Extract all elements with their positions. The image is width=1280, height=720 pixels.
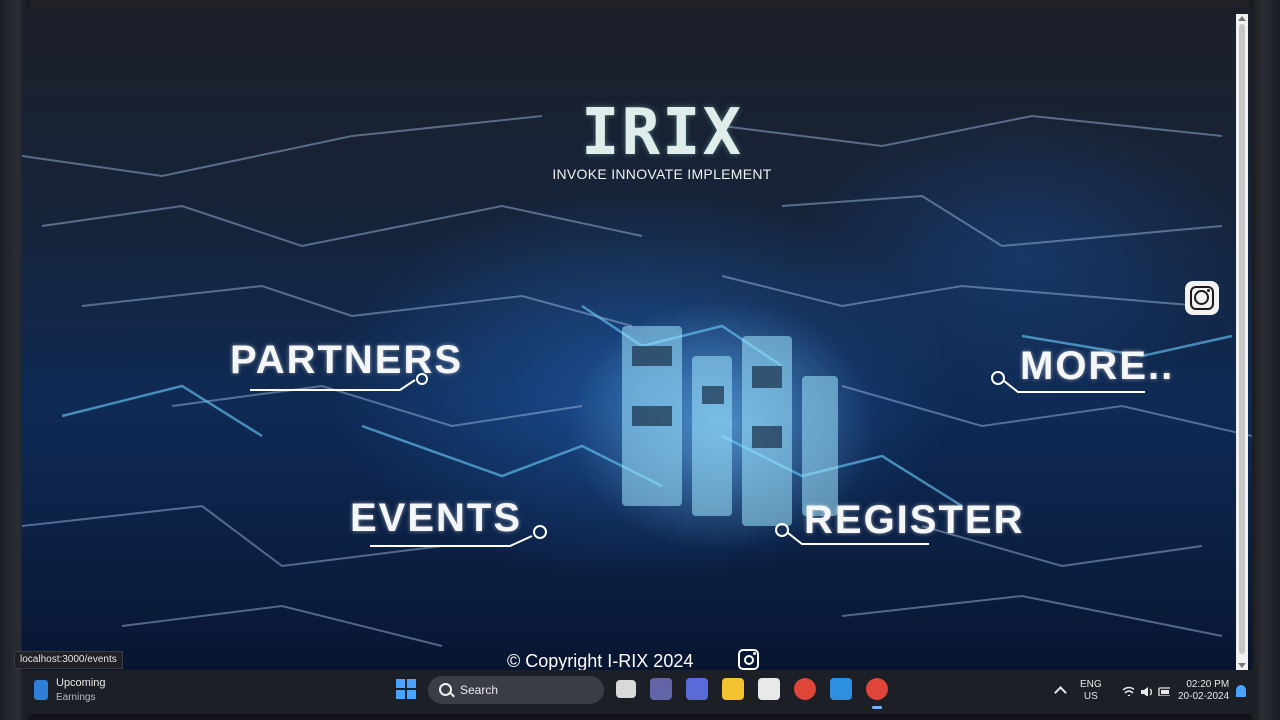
notification-bell-icon[interactable] (1236, 685, 1246, 697)
chrome-icon[interactable] (794, 678, 816, 700)
system-tray: ENG US 02:20 PM 20-02-2024 (1052, 670, 1258, 714)
copyright-text: © Copyright I-RIX 2024 (507, 651, 694, 670)
store-icon[interactable] (758, 678, 780, 700)
scroll-up-arrow-icon[interactable] (1238, 16, 1246, 21)
search-icon (439, 683, 452, 696)
taskbar-search[interactable]: Search (428, 676, 604, 704)
region-code: US (1083, 691, 1098, 702)
chrome-active-icon[interactable] (866, 678, 888, 709)
chevron-up-icon[interactable] (1054, 686, 1067, 699)
visual-studio-icon[interactable] (686, 678, 708, 700)
nav-link-events[interactable]: EVENTS (350, 496, 547, 547)
search-label: Search (460, 683, 499, 697)
nav-link-partners[interactable]: PARTNERS (230, 338, 463, 391)
connector-underline (775, 523, 929, 545)
web-page: IRIX INVOKE INNOVATE IMPLEMENT PARTNERS … (22, 6, 1252, 670)
screen: IRIX INVOKE INNOVATE IMPLEMENT PARTNERS … (0, 0, 1280, 720)
connector-underline (250, 373, 428, 391)
monitor-bezel-right (1250, 0, 1280, 720)
taskbar-widget[interactable]: Upcoming Earnings (32, 674, 152, 710)
instagram-icon[interactable] (1185, 281, 1219, 315)
language-indicator[interactable]: ENG US (1080, 679, 1102, 703)
widget-title: Upcoming (56, 677, 106, 689)
footer: © Copyright I-RIX 2024 (22, 646, 1252, 670)
wifi-icon[interactable] (1122, 686, 1134, 696)
site-logo[interactable]: IRIX INVOKE INNOVATE IMPLEMENT (542, 98, 782, 182)
nav-link-more[interactable]: MORE.. (991, 344, 1174, 393)
clock-date: 20-02-2024 (1178, 691, 1230, 702)
vertical-scrollbar[interactable] (1236, 14, 1248, 670)
windows-taskbar: Upcoming Earnings Search ENG US 02:20 PM… (22, 670, 1258, 714)
connector-underline (991, 371, 1145, 393)
language-code: ENG (1080, 679, 1102, 690)
teams-icon[interactable] (650, 678, 672, 700)
volume-icon[interactable] (1140, 686, 1152, 696)
windows-start-icon[interactable] (396, 679, 416, 699)
battery-icon[interactable] (1158, 686, 1170, 696)
task-view-icon[interactable] (616, 680, 636, 698)
logo-wordmark: IRIX (580, 96, 744, 170)
file-explorer-icon[interactable] (722, 678, 744, 700)
clock-time: 02:20 PM (1186, 679, 1230, 690)
vscode-icon[interactable] (830, 678, 852, 700)
scrollbar-thumb[interactable] (1239, 24, 1245, 654)
link-status-url: localhost:3000/events (14, 651, 123, 669)
scroll-down-arrow-icon[interactable] (1238, 663, 1246, 668)
connector-underline (370, 525, 547, 547)
stocks-icon (34, 680, 48, 700)
nav-link-register[interactable]: REGISTER (775, 498, 1024, 545)
clock[interactable]: 02:20 PM 20-02-2024 (1178, 679, 1229, 703)
footer-instagram-icon[interactable] (738, 649, 760, 670)
logo-tagline: INVOKE INNOVATE IMPLEMENT (552, 166, 772, 182)
widget-subtitle: Earnings (56, 692, 96, 703)
